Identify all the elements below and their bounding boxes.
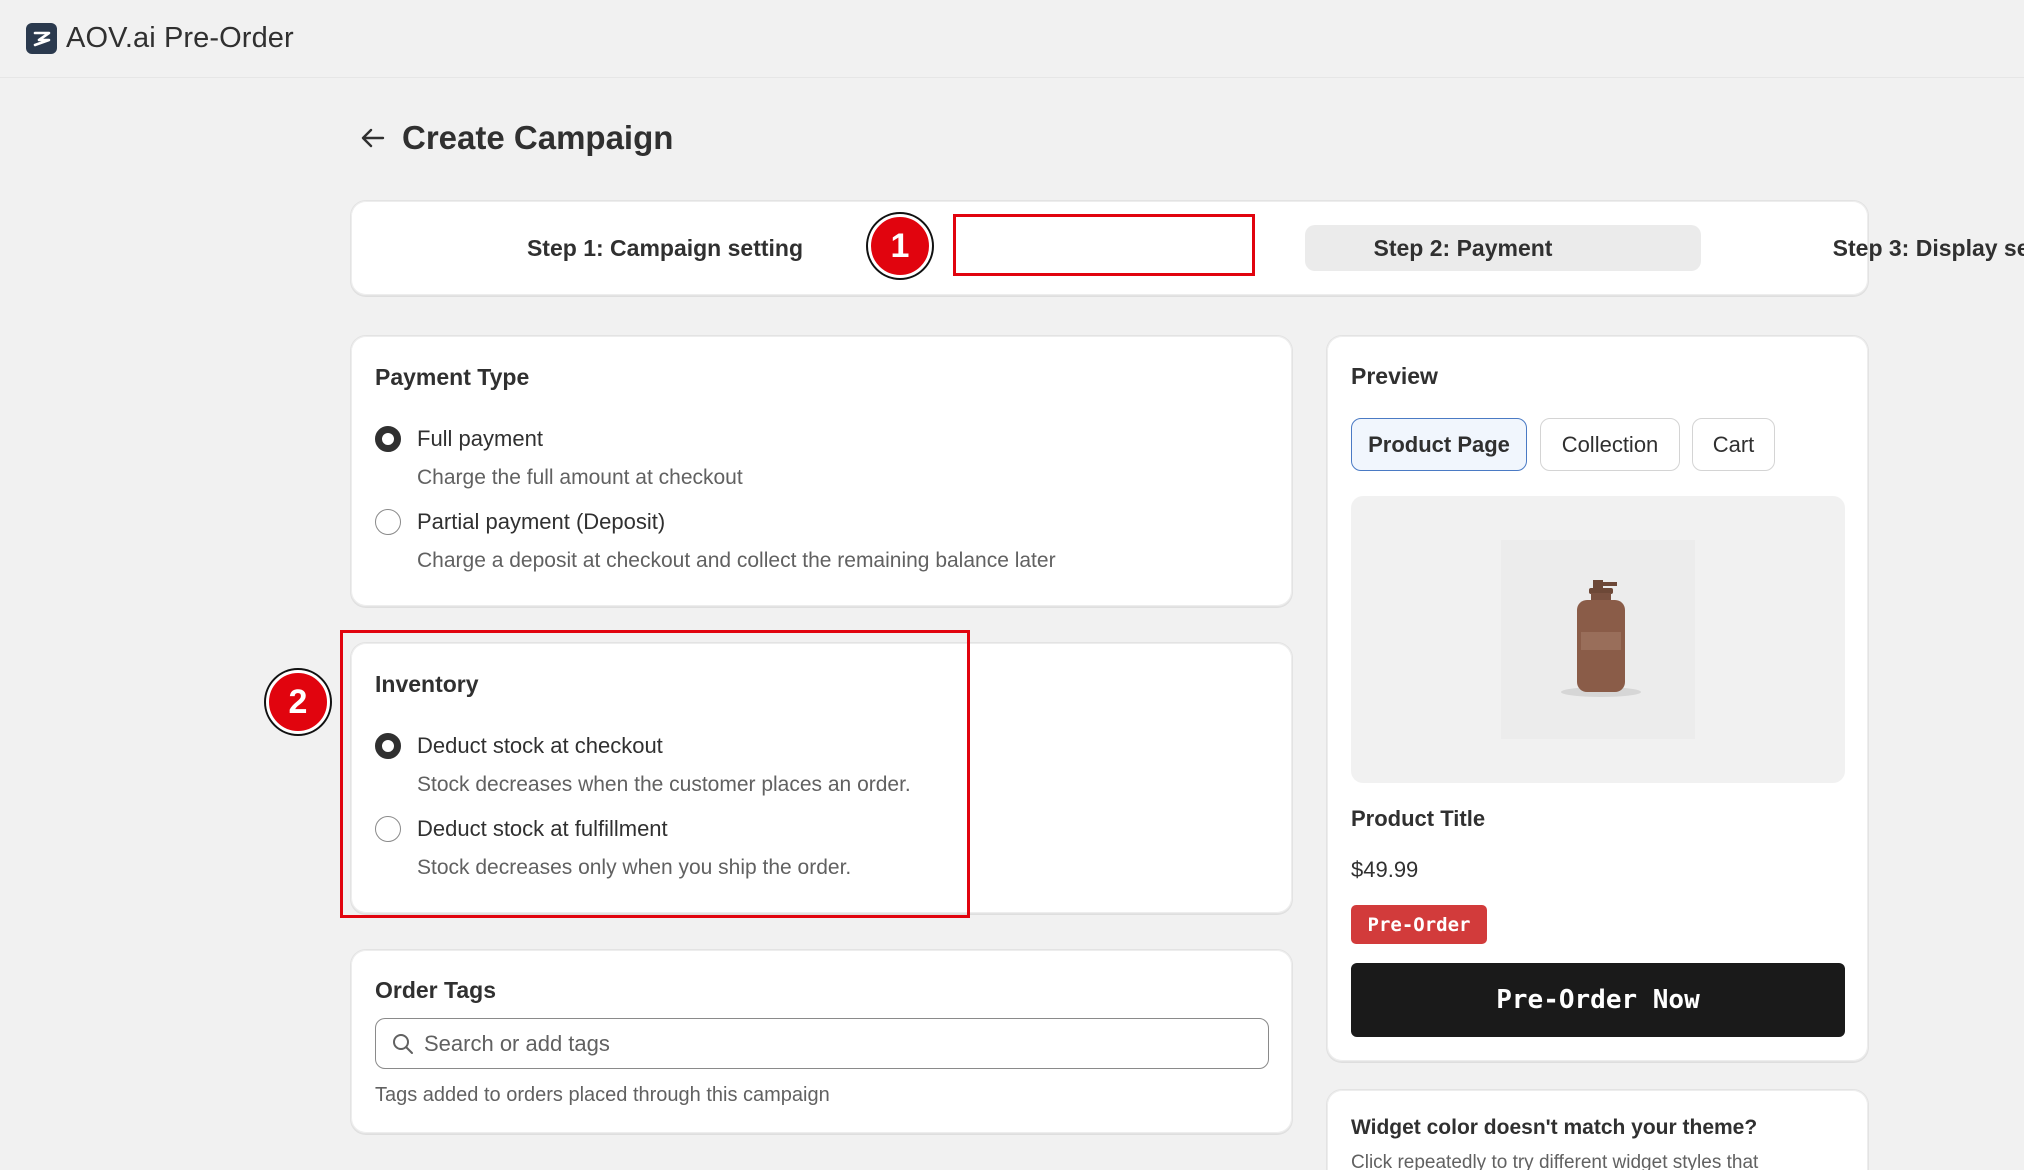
app-name: AOV.ai Pre-Order xyxy=(66,22,294,54)
step-campaign-setting[interactable]: Step 1: Campaign setting xyxy=(411,225,919,271)
payment-type-title: Payment Type xyxy=(375,364,530,390)
product-image: ​ xyxy=(1351,496,1845,783)
preview-title: Preview xyxy=(1351,363,1438,389)
search-icon xyxy=(393,1033,413,1054)
radio-help-text: Charge a deposit at checkout and collect… xyxy=(417,549,1056,572)
tab-label: Product Page xyxy=(1368,431,1510,457)
back-button[interactable] xyxy=(358,118,388,158)
tab-collection[interactable]: Collection xyxy=(1540,418,1680,471)
order-tags-title: Order Tags xyxy=(375,977,496,1003)
arrow-left-icon xyxy=(361,128,385,148)
radio-help-text: Charge the full amount at checkout xyxy=(417,466,743,489)
tab-label: Cart xyxy=(1712,431,1755,457)
pre-order-now-button[interactable]: Pre-Order Now xyxy=(1351,963,1845,1037)
app-logo-icon xyxy=(26,23,57,54)
annotation-badge-2: 2 xyxy=(266,670,330,734)
top-bar: AOV.ai Pre-Order xyxy=(0,0,2024,78)
page-header: Create Campaign xyxy=(358,118,673,158)
widget-tip-title: Widget color doesn't match your theme? xyxy=(1351,1116,1758,1139)
radio-partial-payment[interactable]: Partial payment (Deposit) xyxy=(375,509,665,535)
tab-label: Collection xyxy=(1561,431,1659,457)
tab-cart[interactable]: Cart xyxy=(1692,418,1775,471)
tab-product-page[interactable]: Product Page xyxy=(1351,418,1527,471)
widget-color-tip-card: Widget color doesn't match your theme? C… xyxy=(1326,1089,1869,1170)
page-title: Create Campaign xyxy=(402,119,674,156)
order-tags-search-field[interactable] xyxy=(375,1018,1269,1069)
pre-order-badge: Pre-Order xyxy=(1351,905,1487,944)
widget-tip-text: Click repeatedly to try different widget… xyxy=(1351,1152,1759,1170)
payment-type-card: Payment Type Full payment Charge the ful… xyxy=(350,335,1293,607)
radio-label: Partial payment (Deposit) xyxy=(417,509,666,534)
annotation-highlight-step-2 xyxy=(953,214,1255,276)
step-label: Step 2: Payment xyxy=(1373,234,1553,261)
radio-label: Full payment xyxy=(417,426,543,451)
step-display-setting[interactable]: Step 3: Display setting xyxy=(1721,225,2024,271)
step-label: Step 3: Display setting xyxy=(1832,234,2024,261)
radio-full-payment[interactable]: Full payment xyxy=(375,426,543,452)
annotation-highlight-inventory xyxy=(340,630,970,918)
order-tags-help-text: Tags added to orders placed through this… xyxy=(375,1084,830,1106)
product-title: Product Title xyxy=(1351,806,1486,831)
annotation-badge-1: 1 xyxy=(868,214,932,278)
preview-card: Preview Product Page Collection Cart ​ P… xyxy=(1326,335,1869,1062)
step-label: Step 1: Campaign setting xyxy=(526,234,804,261)
order-tags-input[interactable] xyxy=(424,1030,1244,1057)
order-tags-card: Order Tags Tags added to orders placed t… xyxy=(350,949,1293,1134)
radio-button[interactable] xyxy=(375,509,401,535)
product-bottle-image: ​ xyxy=(1501,540,1695,739)
radio-button[interactable] xyxy=(375,426,401,452)
product-price: $49.99 xyxy=(1351,857,1419,882)
